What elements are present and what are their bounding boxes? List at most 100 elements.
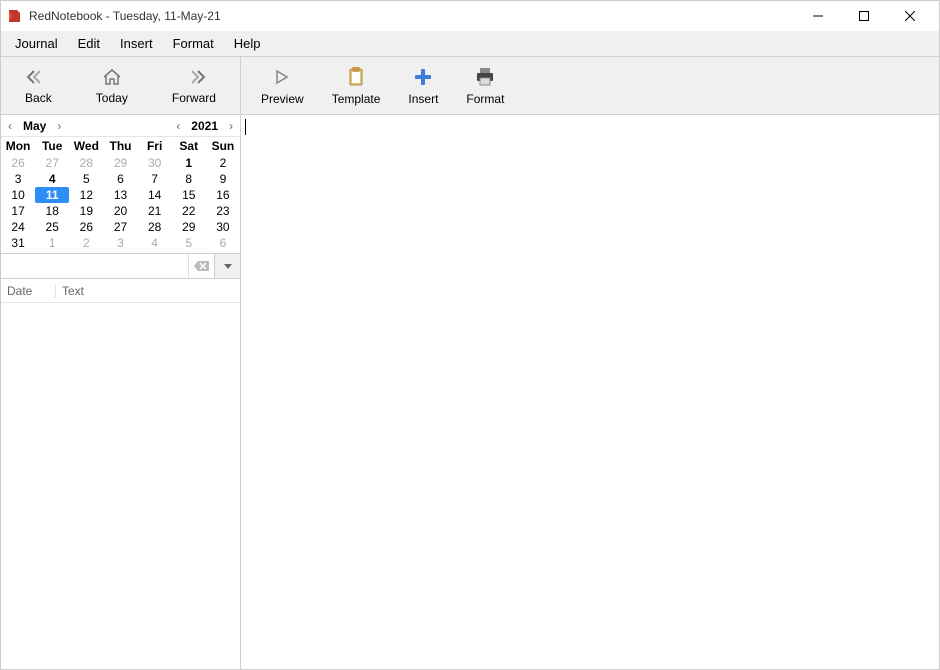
calendar-day[interactable]: 14 (138, 187, 172, 203)
calendar-day[interactable]: 5 (69, 171, 103, 187)
calendar-day[interactable]: 18 (35, 203, 69, 219)
editor-pane: Preview Template (241, 57, 939, 669)
results-col-text[interactable]: Text (56, 284, 240, 298)
clear-search-button[interactable] (188, 254, 214, 278)
back-button[interactable]: Back (17, 63, 60, 109)
calendar-day[interactable]: 11 (35, 187, 69, 203)
calendar-day[interactable]: 27 (35, 155, 69, 171)
calendar-day[interactable]: 21 (138, 203, 172, 219)
menubar: Journal Edit Insert Format Help (1, 31, 939, 57)
calendar-grid: MonTueWedThuFriSatSun2627282930123456789… (1, 137, 240, 251)
today-button[interactable]: Today (88, 63, 136, 109)
calendar-day[interactable]: 6 (103, 171, 137, 187)
calendar-day[interactable]: 2 (69, 235, 103, 251)
close-button[interactable] (887, 1, 933, 31)
insert-button[interactable]: Insert (398, 62, 448, 110)
menu-help[interactable]: Help (224, 33, 271, 54)
calendar-day[interactable]: 4 (35, 171, 69, 187)
calendar-day[interactable]: 25 (35, 219, 69, 235)
window-title: RedNotebook - Tuesday, 11-May-21 (29, 9, 795, 23)
calendar-day[interactable]: 26 (69, 219, 103, 235)
year-prev-button[interactable]: ‹ (169, 119, 187, 133)
menu-journal[interactable]: Journal (5, 33, 68, 54)
calendar-day[interactable]: 6 (206, 235, 240, 251)
maximize-button[interactable] (841, 1, 887, 31)
calendar-day[interactable]: 28 (138, 219, 172, 235)
calendar-day[interactable]: 27 (103, 219, 137, 235)
preview-label: Preview (261, 92, 304, 106)
app-icon (7, 8, 23, 24)
printer-icon (475, 66, 495, 88)
calendar-day[interactable]: 20 (103, 203, 137, 219)
calendar-day[interactable]: 15 (172, 187, 206, 203)
menu-insert[interactable]: Insert (110, 33, 163, 54)
calendar-dow: Fri (138, 137, 172, 155)
search-row (1, 253, 240, 279)
plus-icon (414, 66, 432, 88)
text-cursor (245, 119, 246, 135)
template-label: Template (332, 92, 381, 106)
insert-label: Insert (408, 92, 438, 106)
calendar-day[interactable]: 29 (172, 219, 206, 235)
month-prev-button[interactable]: ‹ (1, 119, 19, 133)
calendar-day[interactable]: 30 (206, 219, 240, 235)
forward-button[interactable]: Forward (164, 63, 224, 109)
calendar-day[interactable]: 2 (206, 155, 240, 171)
calendar-day[interactable]: 12 (69, 187, 103, 203)
calendar-day[interactable]: 19 (69, 203, 103, 219)
calendar-day[interactable]: 26 (1, 155, 35, 171)
calendar-day[interactable]: 4 (138, 235, 172, 251)
calendar-dow: Wed (69, 137, 103, 155)
calendar-day[interactable]: 5 (172, 235, 206, 251)
calendar-dow: Sat (172, 137, 206, 155)
format-label: Format (466, 92, 504, 106)
minimize-button[interactable] (795, 1, 841, 31)
preview-button[interactable]: Preview (251, 62, 314, 110)
window-controls (795, 1, 933, 31)
calendar-day[interactable]: 10 (1, 187, 35, 203)
results-body (1, 303, 240, 669)
calendar-day[interactable]: 28 (69, 155, 103, 171)
clipboard-icon (348, 66, 364, 88)
month-next-button[interactable]: › (50, 119, 68, 133)
calendar-year[interactable]: 2021 (187, 119, 222, 133)
calendar-day[interactable]: 29 (103, 155, 137, 171)
sidebar: Back Today Forward (1, 57, 241, 669)
content-row: Back Today Forward (1, 57, 939, 669)
calendar-day[interactable]: 22 (172, 203, 206, 219)
calendar-day[interactable]: 9 (206, 171, 240, 187)
calendar-day[interactable]: 8 (172, 171, 206, 187)
calendar-day[interactable]: 23 (206, 203, 240, 219)
calendar-day[interactable]: 16 (206, 187, 240, 203)
calendar-month[interactable]: May (19, 119, 50, 133)
forward-icon (182, 67, 206, 87)
calendar-day[interactable]: 24 (1, 219, 35, 235)
calendar-header: ‹ May › ‹ 2021 › (1, 115, 240, 137)
calendar-dow: Tue (35, 137, 69, 155)
editor-toolbar: Preview Template (241, 57, 939, 115)
calendar-day[interactable]: 13 (103, 187, 137, 203)
results-col-date[interactable]: Date (1, 284, 56, 298)
year-next-button[interactable]: › (222, 119, 240, 133)
menu-edit[interactable]: Edit (68, 33, 110, 54)
format-button[interactable]: Format (456, 62, 514, 110)
menu-format[interactable]: Format (163, 33, 224, 54)
calendar-day[interactable]: 7 (138, 171, 172, 187)
calendar-day[interactable]: 3 (1, 171, 35, 187)
calendar-day[interactable]: 3 (103, 235, 137, 251)
search-dropdown-button[interactable] (214, 254, 240, 278)
calendar-day[interactable]: 31 (1, 235, 35, 251)
titlebar: RedNotebook - Tuesday, 11-May-21 (1, 1, 939, 31)
calendar-dow: Thu (103, 137, 137, 155)
forward-label: Forward (172, 91, 216, 105)
search-input[interactable] (1, 254, 188, 278)
template-button[interactable]: Template (322, 62, 391, 110)
calendar-dow: Mon (1, 137, 35, 155)
calendar-day[interactable]: 17 (1, 203, 35, 219)
calendar-day[interactable]: 30 (138, 155, 172, 171)
back-label: Back (25, 91, 52, 105)
editor-textarea[interactable] (241, 115, 939, 669)
calendar-day[interactable]: 1 (172, 155, 206, 171)
calendar-dow: Sun (206, 137, 240, 155)
calendar-day[interactable]: 1 (35, 235, 69, 251)
